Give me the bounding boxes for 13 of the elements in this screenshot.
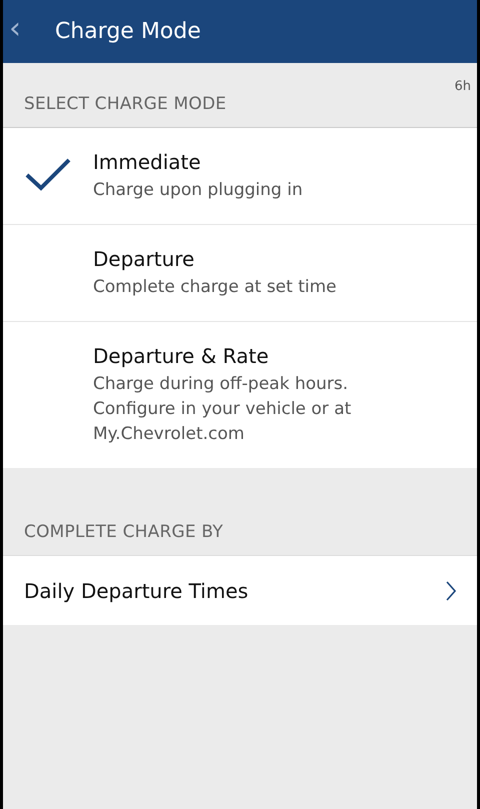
- mode-title: Immediate: [93, 150, 202, 174]
- mode-description: Charge during off-peak hours. Configure in your vehicle or at My.Chevrolet.com: [93, 373, 352, 446]
- mode-description: Complete charge at set time: [93, 276, 336, 299]
- chevron-right-icon: [445, 580, 457, 602]
- back-button[interactable]: ‹: [3, 11, 55, 52]
- screen-title: Charge Mode: [55, 19, 201, 44]
- update-age: 6h: [454, 79, 471, 94]
- mode-title: Departure: [93, 247, 196, 271]
- mode-description: Charge upon plugging in: [93, 179, 303, 202]
- mode-title: Departure & Rate: [93, 344, 270, 368]
- section-header: COMPLETE CHARGE BY: [23, 521, 224, 544]
- section-header: SELECT CHARGE MODE: [23, 94, 228, 116]
- departure-times-row[interactable]: Daily Departure Times: [3, 555, 477, 625]
